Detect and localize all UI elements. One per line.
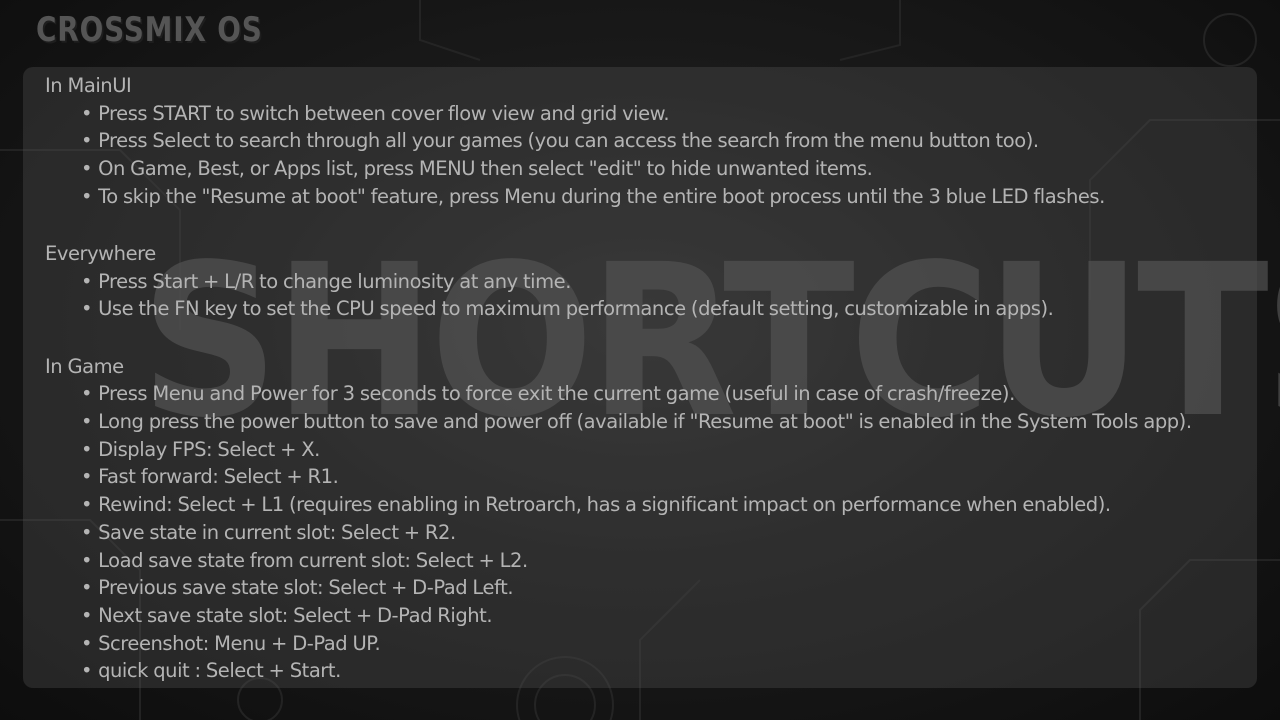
shortcut-item: Press START to switch between cover flow… — [81, 100, 1245, 128]
shortcut-item: Press Menu and Power for 3 seconds to fo… — [81, 380, 1245, 408]
shortcut-item: Use the FN key to set the CPU speed to m… — [81, 295, 1245, 323]
shortcut-item: Screenshot: Menu + D-Pad UP. — [81, 630, 1245, 658]
shortcut-item: Next save state slot: Select + D-Pad Rig… — [81, 602, 1245, 630]
shortcut-item: Long press the power button to save and … — [81, 408, 1245, 436]
section-mainui: In MainUI Press START to switch between … — [45, 72, 1245, 211]
shortcut-item: Display FPS: Select + X. — [81, 436, 1245, 464]
crossmix-os-logo: CROSSMIX OS — [36, 10, 263, 50]
section-title: Everywhere — [45, 242, 156, 266]
shortcut-list: Press START to switch between cover flow… — [45, 100, 1245, 211]
shortcut-list: Press Menu and Power for 3 seconds to fo… — [45, 380, 1245, 685]
shortcut-item: Press Start + L/R to change luminosity a… — [81, 268, 1245, 296]
shortcut-item: Fast forward: Select + R1. — [81, 463, 1245, 491]
section-in-game: In Game Press Menu and Power for 3 secon… — [45, 353, 1245, 685]
shortcut-item: Save state in current slot: Select + R2. — [81, 519, 1245, 547]
shortcuts-content: In MainUI Press START to switch between … — [45, 72, 1245, 685]
shortcut-item: Rewind: Select + L1 (requires enabling i… — [81, 491, 1245, 519]
shortcut-item: To skip the "Resume at boot" feature, pr… — [81, 183, 1245, 211]
section-title: In MainUI — [45, 74, 132, 97]
shortcut-item: Previous save state slot: Select + D-Pad… — [81, 574, 1245, 602]
section-title: In Game — [45, 354, 124, 378]
shortcut-item: Press Select to search through all your … — [81, 127, 1245, 155]
shortcut-list: Press Start + L/R to change luminosity a… — [45, 268, 1245, 323]
section-everywhere: Everywhere Press Start + L/R to change l… — [45, 240, 1245, 323]
shortcut-item: On Game, Best, or Apps list, press MENU … — [81, 155, 1245, 183]
shortcut-item: Load save state from current slot: Selec… — [81, 547, 1245, 575]
shortcuts-screen: CROSSMIX OS SHORTCUTS In MainUI Press ST… — [0, 0, 1280, 720]
shortcut-item: quick quit : Select + Start. — [81, 657, 1245, 685]
